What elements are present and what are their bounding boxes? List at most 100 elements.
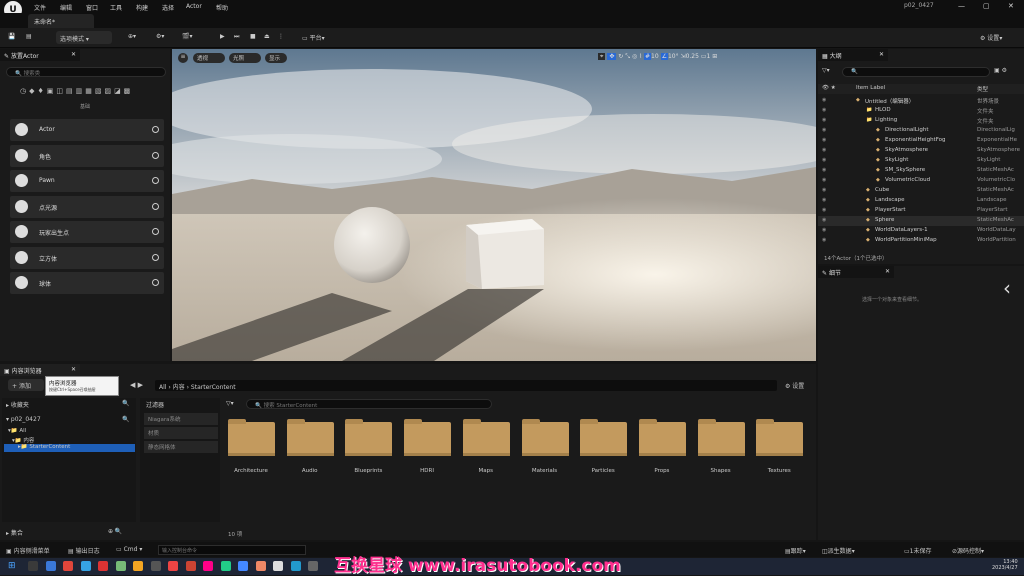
help-icon[interactable] xyxy=(152,253,159,261)
visibility-eye-icon[interactable]: ◉ xyxy=(822,187,826,193)
output-log-button[interactable]: ▤ 输出日志 xyxy=(68,546,100,555)
outliner-row[interactable]: ◉ ◆ ExponentialHeightFog ExponentialHe xyxy=(818,136,1024,146)
visibility-eye-icon[interactable]: ◉ xyxy=(822,197,826,203)
asset-folder[interactable] xyxy=(345,419,393,457)
asset-folder[interactable] xyxy=(462,419,510,457)
asset-folder[interactable] xyxy=(228,419,275,457)
play-options-icon[interactable]: ⋮ xyxy=(278,33,284,43)
asset-folder[interactable] xyxy=(521,419,569,457)
path-content[interactable]: 内容 xyxy=(173,384,185,391)
viewport-transform-tools[interactable]: ⌖ ✥ ↻ ⤡ ◎ ⌇ #10 ∠10° ⇲0.25 ▭1 ⊞ xyxy=(598,53,814,63)
perspective-button[interactable]: 透视 xyxy=(193,53,225,63)
cb-settings-button[interactable]: ⚙ 设置 xyxy=(785,381,804,390)
close-tab-icon[interactable]: ✕ xyxy=(71,366,76,373)
taskbar-app-icon[interactable] xyxy=(168,561,178,571)
step-icon[interactable]: ⏭ xyxy=(234,33,239,43)
taskbar-app-icon[interactable] xyxy=(28,561,38,571)
tree-starter-content[interactable]: ▸📁 StarterContent xyxy=(4,444,135,452)
stop-icon[interactable]: ■ xyxy=(250,33,256,43)
taskbar-app-icon[interactable] xyxy=(203,561,213,571)
windows-start-icon[interactable]: ⊞ xyxy=(8,561,18,571)
outliner-options-icons[interactable]: ▣ ⚙ xyxy=(994,67,1007,74)
filter-item[interactable]: 材质 xyxy=(144,427,218,439)
visibility-eye-icon[interactable]: ◉ xyxy=(822,207,826,213)
rotate-tool-icon[interactable]: ↻ xyxy=(618,53,623,60)
play-icon[interactable]: ▶ xyxy=(220,33,225,43)
grid-size-value[interactable]: 10 xyxy=(651,53,659,60)
tree-all[interactable]: ▾📁 All xyxy=(8,428,26,434)
filter-item[interactable]: 静态网格体 xyxy=(144,441,218,453)
save-icon[interactable]: 💾 xyxy=(8,33,15,43)
move-tool-icon[interactable]: ✥ xyxy=(607,53,617,60)
eject-icon[interactable]: ⏏ xyxy=(264,33,270,43)
project-search-icon[interactable]: 🔍 xyxy=(122,416,129,423)
outliner-row[interactable]: ◉ ◆ DirectionalLight DirectionalLig xyxy=(818,126,1024,136)
level-viewport[interactable] xyxy=(172,49,816,361)
menu-item[interactable]: 构建 xyxy=(136,3,148,12)
lit-button[interactable]: 光照 xyxy=(229,53,261,63)
taskbar-app-icon[interactable] xyxy=(185,561,196,571)
visibility-eye-icon[interactable]: ◉ xyxy=(822,227,826,233)
source-control-button[interactable]: ⊘源码控制▾ xyxy=(952,546,984,555)
asset-search[interactable]: 🔍 搜索 StarterContent xyxy=(246,399,492,409)
taskbar-app-icon[interactable] xyxy=(308,561,318,571)
asset-folder[interactable] xyxy=(756,419,804,457)
taskbar-app-icon[interactable] xyxy=(238,561,248,571)
cmd-button[interactable]: ▭ Cmd ▾ xyxy=(116,546,142,553)
asset-folder[interactable] xyxy=(286,419,334,457)
visibility-eye-icon[interactable]: ◉ xyxy=(822,217,826,223)
outliner-row[interactable]: ◉ ◆ Untitled（编辑器） 世界场景 xyxy=(818,96,1024,106)
scale-tool-icon[interactable]: ⤡ xyxy=(625,53,630,60)
visibility-eye-icon[interactable]: ◉ xyxy=(822,237,826,243)
visibility-eye-icon[interactable]: ◉ xyxy=(822,167,826,173)
close-tab-icon[interactable]: ✕ xyxy=(71,51,76,58)
outliner-search[interactable]: 🔍 xyxy=(842,67,990,77)
cinematics-icon[interactable]: 🎬▾ xyxy=(182,33,192,43)
asset-folder[interactable] xyxy=(638,419,686,457)
asset-folder[interactable] xyxy=(404,419,452,457)
visibility-eye-icon[interactable]: ◉ xyxy=(822,127,826,133)
minimize-icon[interactable]: — xyxy=(958,2,965,10)
taskbar-app-icon[interactable] xyxy=(45,561,56,571)
taskbar-app-icon[interactable] xyxy=(273,561,283,571)
outliner-tab[interactable]: ▦ 大纲 ✕ xyxy=(818,49,888,61)
help-icon[interactable] xyxy=(152,151,159,159)
world-icon[interactable]: ◎ xyxy=(632,53,637,60)
help-icon[interactable] xyxy=(152,228,159,235)
level-tab[interactable]: 未命名* xyxy=(28,14,94,28)
surface-snap-icon[interactable]: ⌇ xyxy=(639,53,642,60)
category-icons[interactable]: ◷◆♦▣◫▤▥▦▧▨◪▩ xyxy=(20,87,155,97)
help-icon[interactable] xyxy=(152,279,159,286)
taskbar-app-icon[interactable] xyxy=(98,561,108,571)
outliner-row[interactable]: ◉ ◆ Cube StaticMeshAc xyxy=(818,186,1024,196)
platform-button[interactable]: ▭ 平台▾ xyxy=(302,33,325,43)
outliner-row[interactable]: ◉ ◆ SkyLight SkyLight xyxy=(818,156,1024,166)
close-tab-icon[interactable]: ✕ xyxy=(879,51,884,58)
taskbar-app-icon[interactable] xyxy=(290,561,301,571)
trace-button[interactable]: ▤跟踪▾ xyxy=(785,546,806,555)
outliner-row[interactable]: ◉ 📁 Lighting 文件夹 xyxy=(818,116,1024,126)
taskbar-app-icon[interactable] xyxy=(63,561,73,571)
viewport-layout-icon[interactable]: ⊞ xyxy=(712,53,717,60)
select-tool-icon[interactable]: ⌖ xyxy=(598,53,606,60)
taskbar-app-icon[interactable] xyxy=(255,561,266,571)
place-actor-search[interactable]: 🔍 搜索类 xyxy=(6,67,166,77)
maximize-icon[interactable]: ▢ xyxy=(983,2,990,10)
details-tab[interactable]: ✎ 细节 ✕ xyxy=(818,266,894,278)
favorites-header[interactable]: ▸ 收藏夹 xyxy=(6,400,29,409)
grid-snap-icon[interactable]: # xyxy=(643,53,652,60)
col-item-label[interactable]: Item Label xyxy=(856,85,885,91)
place-actor-item[interactable]: 角色 xyxy=(10,144,164,167)
console-input[interactable]: 输入控制台命令 xyxy=(158,545,306,555)
camera-speed-value[interactable]: 1 xyxy=(707,53,711,60)
content-browser-tab[interactable]: ▣ 内容浏览器 ✕ xyxy=(0,364,80,376)
filter-item[interactable]: Niagara系统 xyxy=(144,413,218,425)
place-actor-item[interactable]: Actor xyxy=(10,119,164,141)
visibility-eye-icon[interactable]: ◉ xyxy=(822,147,826,153)
asset-filter-icon[interactable]: ▽▾ xyxy=(226,400,234,407)
collections-header[interactable]: ▸ 集合 xyxy=(6,528,23,537)
place-actor-tab[interactable]: ✎ 放置Actor ✕ xyxy=(0,49,80,61)
outliner-row[interactable]: ◉ ◆ Sphere StaticMeshAc xyxy=(818,216,1024,226)
scale-snap-value[interactable]: 0.25 xyxy=(686,53,699,60)
taskbar-app-icon[interactable] xyxy=(80,561,91,571)
